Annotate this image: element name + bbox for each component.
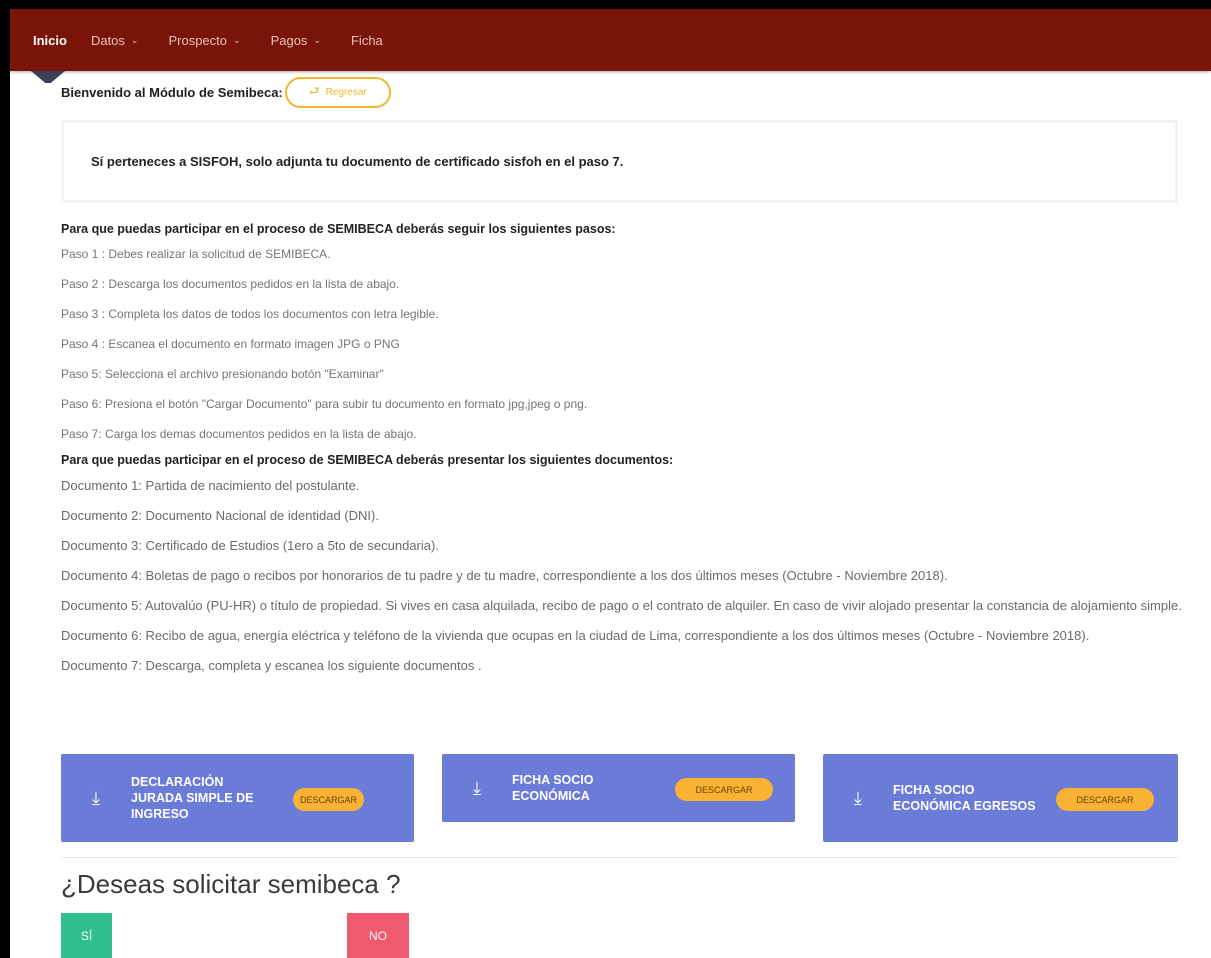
step-item: Paso 7: Carga los demas documentos pedid… [61, 427, 417, 441]
chevron-down-icon: ⌄ [313, 34, 321, 45]
step-item: Paso 6: Presiona el botón "Cargar Docume… [61, 397, 588, 411]
welcome-row: Bienvenido al Módulo de Semibeca: ⮐ Regr… [61, 77, 391, 108]
nav-item-label: Prospecto [168, 32, 228, 48]
nav-item-prospecto[interactable]: Prospecto ⌄ [168, 33, 240, 48]
document-item: Documento 7: Descarga, completa y escane… [61, 658, 482, 673]
download-button-label: DESCARGAR [1076, 794, 1134, 805]
steps-heading: Para que puedas participar en el proceso… [61, 222, 616, 236]
step-item: Paso 1 : Debes realizar la solicitud de … [61, 247, 331, 261]
document-item: Documento 4: Boletas de pago o recibos p… [61, 568, 948, 583]
download-card-title: FICHA SOCIO ECONÓMICA EGRESOS [893, 783, 1036, 813]
nav-item-label: Pagos [270, 32, 308, 48]
nav-item-pagos[interactable]: Pagos ⌄ [271, 33, 321, 48]
chevron-down-icon: ⌄ [130, 34, 139, 45]
top-navbar: Inicio Datos ⌄ Prospecto ⌄ Pagos ⌄ Ficha [10, 9, 1211, 71]
documents-heading: Para que puedas participar en el proceso… [61, 453, 674, 467]
divider [61, 857, 1178, 858]
download-button[interactable]: DESCARGAR [1056, 788, 1154, 811]
instructions: Para que puedas participar en el proceso… [61, 214, 1186, 687]
sisfoh-notice: Sí perteneces a SISFOH, solo adjunta tu … [61, 120, 1178, 203]
download-arrow-icon: ⤓ [854, 787, 862, 808]
document-item: Documento 2: Documento Nacional de ident… [61, 508, 379, 523]
download-button[interactable]: DESCARGAR [675, 778, 773, 801]
download-button-label: DESCARGAR [299, 794, 357, 805]
back-button[interactable]: ⮐ Regresar [284, 77, 391, 108]
download-card-title: FICHA SOCIO ECONÓMICA [512, 773, 594, 803]
nav-item-inicio[interactable]: Inicio [33, 33, 67, 48]
document-item: Documento 5: Autovalúo (PU-HR) o título … [61, 598, 1182, 613]
reply-arrow-icon: ⮐ [308, 84, 320, 98]
step-item: Paso 3 : Completa los datos de todos los… [61, 307, 439, 321]
yes-button-label: SÍ [80, 928, 93, 943]
document-item: Documento 3: Certificado de Estudios (1e… [61, 538, 439, 553]
page-title: Bienvenido al Módulo de Semibeca: [61, 85, 283, 100]
download-card-ficha-egresos: ⤓ FICHA SOCIO ECONÓMICA EGRESOS DESCARGA… [823, 754, 1178, 842]
notice-text: Sí perteneces a SISFOH, solo adjunta tu … [91, 154, 624, 169]
step-item: Paso 4 : Escanea el documento en formato… [61, 337, 400, 351]
download-arrow-icon: ⤓ [473, 777, 481, 798]
download-cards: ⤓ DECLARACIÓN JURADA SIMPLE DE INGRESO D… [61, 754, 1178, 842]
nav-item-label: Datos [90, 32, 125, 48]
chevron-down-icon: ⌄ [233, 34, 241, 45]
download-arrow-icon: ⤓ [92, 787, 100, 808]
no-button[interactable]: NO [347, 913, 409, 958]
download-card-ficha-socio: ⤓ FICHA SOCIO ECONÓMICA DESCARGAR [442, 754, 795, 822]
download-card-declaracion: ⤓ DECLARACIÓN JURADA SIMPLE DE INGRESO D… [61, 754, 414, 842]
decorative-tab [31, 71, 65, 83]
download-button[interactable]: DESCARGAR [293, 788, 364, 811]
download-card-title: DECLARACIÓN JURADA SIMPLE DE INGRESO [131, 775, 254, 821]
nav-item-datos[interactable]: Datos ⌄ [91, 33, 139, 48]
back-button-label: Regresar [325, 87, 367, 98]
page-frame: Inicio Datos ⌄ Prospecto ⌄ Pagos ⌄ Ficha… [10, 9, 1211, 958]
yes-button[interactable]: SÍ [61, 913, 112, 958]
nav-item-ficha[interactable]: Ficha [351, 33, 383, 48]
document-item: Documento 1: Partida de nacimiento del p… [61, 478, 360, 493]
nav-item-label: Ficha [350, 32, 383, 48]
step-item: Paso 5: Selecciona el archivo presionand… [61, 367, 384, 381]
download-button-label: DESCARGAR [695, 784, 753, 795]
request-question: ¿Deseas solicitar semibeca ? [61, 869, 401, 899]
step-item: Paso 2 : Descarga los documentos pedidos… [61, 277, 400, 291]
no-button-label: NO [369, 928, 387, 943]
document-item: Documento 6: Recibo de agua, energía elé… [61, 628, 1090, 643]
nav-item-label: Inicio [33, 32, 67, 48]
